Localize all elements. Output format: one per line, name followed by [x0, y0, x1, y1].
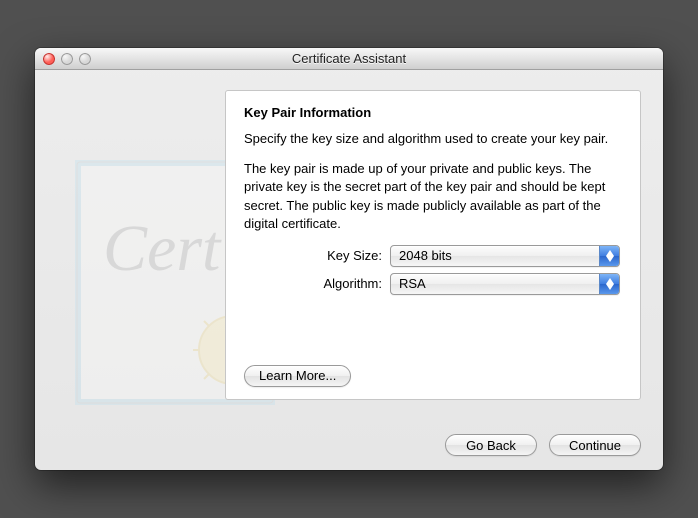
intro-text-2: The key pair is made up of your private …	[244, 160, 622, 233]
zoom-icon	[79, 53, 91, 65]
algorithm-value: RSA	[399, 276, 426, 291]
window-body: Cert Key Pair Information Specify the ke…	[35, 70, 663, 470]
footer-buttons: Go Back Continue	[445, 434, 641, 456]
chevron-updown-icon	[599, 274, 619, 294]
algorithm-row: Algorithm: RSA	[244, 273, 622, 295]
algorithm-popup[interactable]: RSA	[390, 273, 620, 295]
keysize-label: Key Size:	[244, 248, 390, 263]
svg-text:Cert: Cert	[103, 212, 222, 285]
keysize-value: 2048 bits	[399, 248, 452, 263]
go-back-button[interactable]: Go Back	[445, 434, 537, 456]
continue-button[interactable]: Continue	[549, 434, 641, 456]
learn-more-row: Learn More...	[244, 365, 622, 387]
algorithm-label: Algorithm:	[244, 276, 390, 291]
learn-more-button[interactable]: Learn More...	[244, 365, 351, 387]
minimize-icon	[61, 53, 73, 65]
panel-heading: Key Pair Information	[244, 105, 622, 120]
titlebar: Certificate Assistant	[35, 48, 663, 70]
content-panel: Key Pair Information Specify the key siz…	[225, 90, 641, 400]
window: Certificate Assistant Cert Key Pair Info…	[35, 48, 663, 470]
window-title: Certificate Assistant	[35, 51, 663, 66]
keysize-row: Key Size: 2048 bits	[244, 245, 622, 267]
chevron-updown-icon	[599, 246, 619, 266]
keysize-popup[interactable]: 2048 bits	[390, 245, 620, 267]
close-icon[interactable]	[43, 53, 55, 65]
intro-text-1: Specify the key size and algorithm used …	[244, 130, 622, 148]
traffic-lights	[35, 53, 91, 65]
